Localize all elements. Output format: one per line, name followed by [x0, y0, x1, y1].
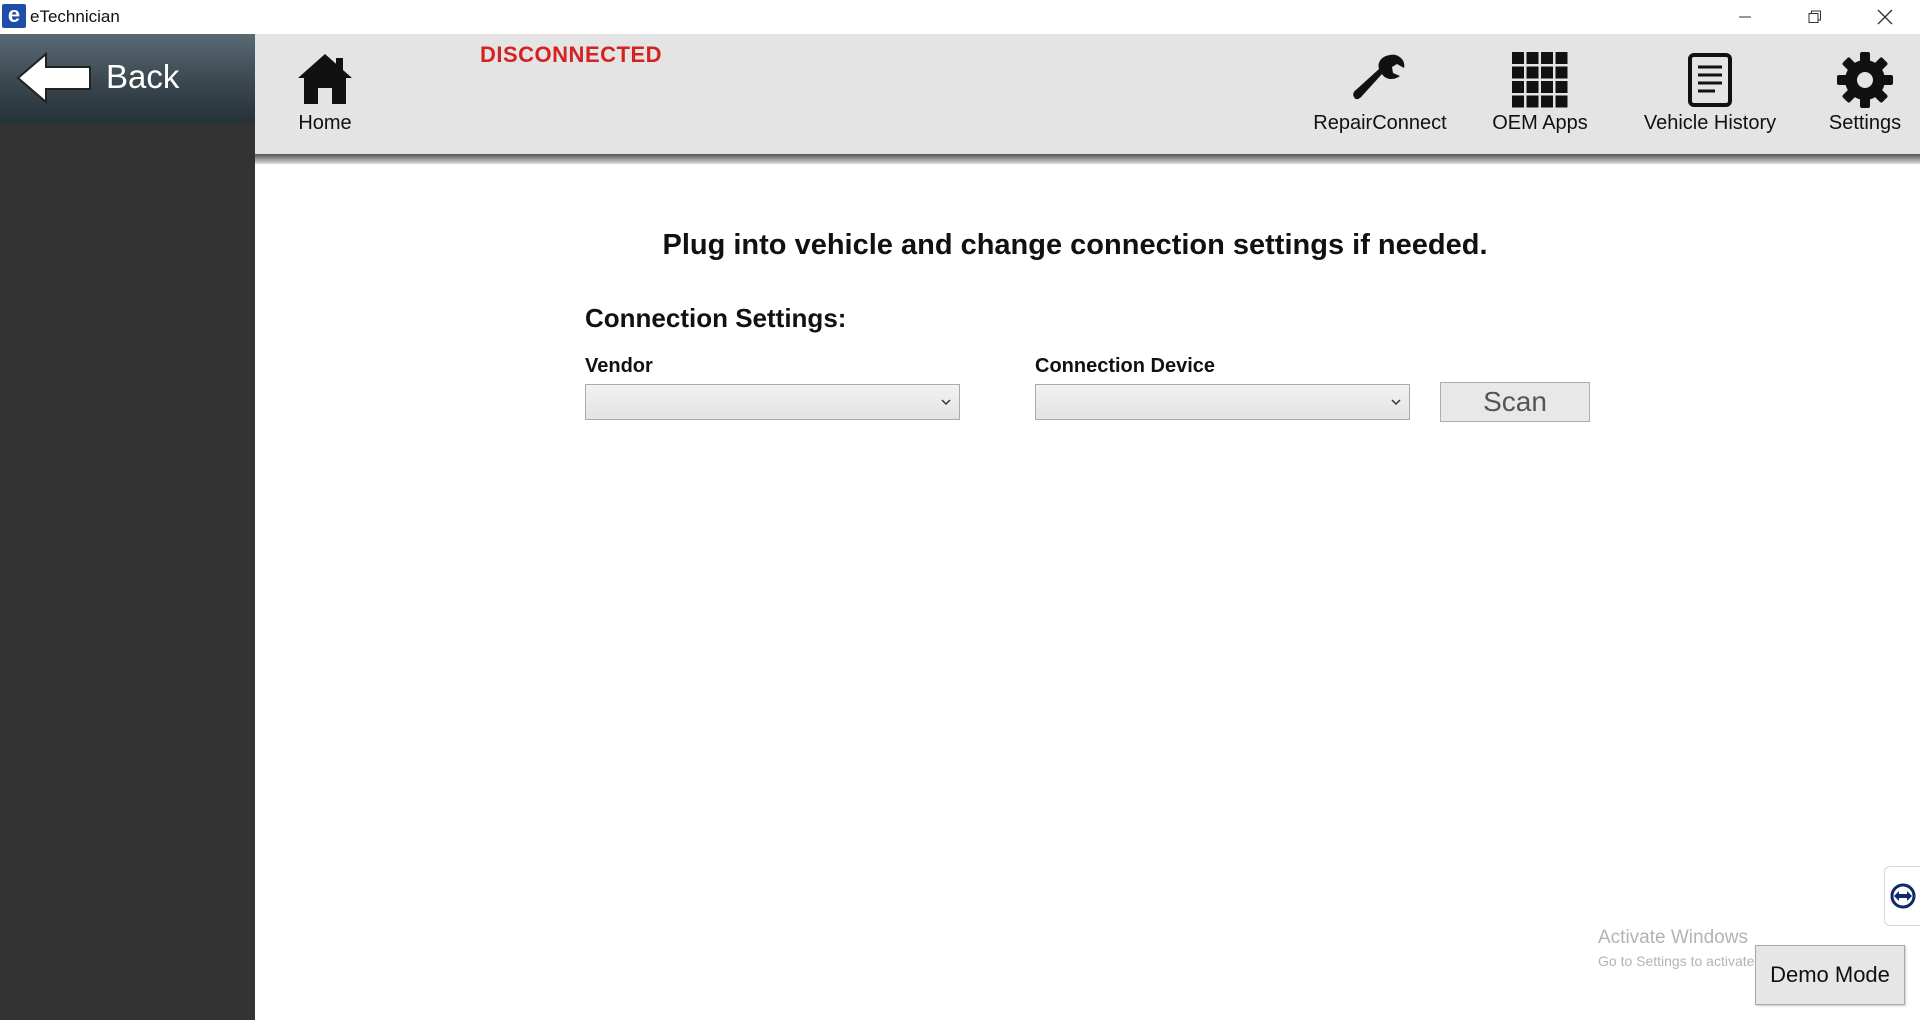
connection-status: DISCONNECTED — [480, 42, 663, 67]
back-button-label: Back — [106, 58, 180, 95]
nav-settings-label: Settings — [1828, 112, 1902, 134]
minimize-icon — [1739, 16, 1751, 18]
nav-vehicle-history-label: Vehicle History — [1643, 112, 1777, 134]
document-icon — [1688, 53, 1732, 107]
back-arrow-icon — [16, 52, 91, 104]
instruction-text: Plug into vehicle and change connection … — [662, 229, 1488, 261]
close-icon — [1877, 9, 1893, 25]
teamviewer-icon — [1890, 883, 1915, 909]
back-button[interactable]: Back — [0, 34, 255, 123]
close-button[interactable] — [1850, 0, 1920, 34]
restore-icon — [1808, 10, 1821, 23]
activate-windows-title: Activate Windows — [1598, 927, 1748, 948]
home-icon — [298, 54, 352, 104]
vendor-dropdown[interactable] — [585, 384, 960, 420]
minimize-button[interactable] — [1710, 0, 1780, 34]
nav-divider — [255, 154, 1920, 164]
restore-button[interactable] — [1780, 0, 1850, 34]
grid-icon — [1512, 52, 1568, 108]
window-title: eTechnician — [30, 7, 120, 26]
connection-settings-heading: Connection Settings: — [585, 303, 847, 333]
chevron-down-icon — [1391, 399, 1401, 406]
nav-settings[interactable]: Settings — [1815, 34, 1915, 154]
nav-repairconnect-label: RepairConnect — [1313, 112, 1447, 134]
vendor-label: Vendor — [585, 355, 653, 377]
nav-home[interactable]: Home — [275, 34, 375, 154]
wrench-icon — [1353, 54, 1405, 100]
nav-oem-apps-label: OEM Apps — [1492, 112, 1588, 134]
sidebar: Back — [0, 34, 255, 1020]
top-navigation-bar: Home DISCONNECTED RepairConnect OEM Apps… — [255, 34, 1920, 154]
nav-vehicle-history[interactable]: Vehicle History — [1630, 34, 1790, 154]
window-title-bar: e eTechnician — [0, 0, 1920, 34]
gear-icon — [1837, 52, 1893, 108]
nav-home-label: Home — [298, 112, 352, 134]
app-logo-icon: e — [2, 4, 26, 28]
teamviewer-tab[interactable] — [1884, 866, 1920, 926]
nav-repairconnect[interactable]: RepairConnect — [1305, 34, 1455, 154]
scan-button[interactable]: Scan — [1440, 382, 1590, 422]
connection-device-label: Connection Device — [1035, 355, 1216, 377]
nav-oem-apps[interactable]: OEM Apps — [1480, 34, 1600, 154]
chevron-down-icon — [941, 399, 951, 406]
connection-device-dropdown[interactable] — [1035, 384, 1410, 420]
demo-mode-button[interactable]: Demo Mode — [1755, 945, 1905, 1005]
